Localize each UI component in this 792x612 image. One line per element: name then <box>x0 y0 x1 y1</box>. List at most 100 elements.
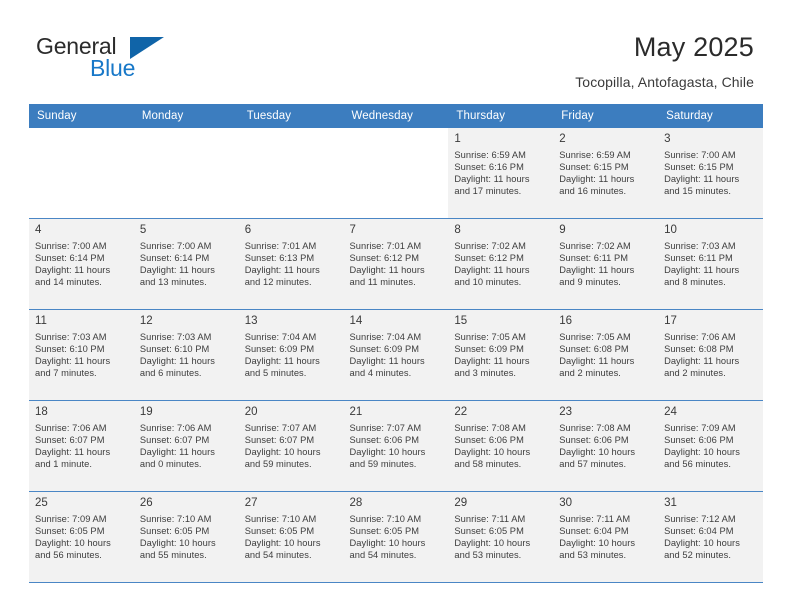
daylight-line-1: Daylight: 10 hours <box>139 538 216 549</box>
day-cell[interactable]: 5 Sunrise: 7:00 AM Sunset: 6:14 PM Daylight… <box>133 218 239 310</box>
sunset-line: Sunset: 6:14 PM <box>35 253 105 264</box>
daylight-line-1: Daylight: 11 hours <box>454 265 530 276</box>
day-cell[interactable]: 26 Sunrise: 7:10 AM Sunset: 6:05 PM Dayligh… <box>133 491 239 583</box>
day-cell[interactable]: 1 Sunrise: 6:59 AM Sunset: 6:16 PM Daylight… <box>448 128 554 219</box>
sunset-line: Sunset: 6:07 PM <box>244 435 315 446</box>
sunset-line: Sunset: 6:09 PM <box>244 344 315 355</box>
sunset-line: Sunset: 6:06 PM <box>559 435 629 446</box>
day-details: Sunrise: 7:06 AM Sunset: 6:07 PM Daylight:… <box>140 422 234 470</box>
day-details: Sunrise: 6:59 AM Sunset: 6:15 PM Daylight:… <box>559 149 653 197</box>
day-cell[interactable]: 16 Sunrise: 7:05 AM Sunset: 6:08 PM Dayligh… <box>553 309 659 401</box>
day-cell[interactable] <box>29 128 134 219</box>
day-cell[interactable]: 30 Sunrise: 7:11 AM Sunset: 6:04 PM Dayligh… <box>553 491 659 583</box>
day-cell[interactable]: 18 Sunrise: 7:06 AM Sunset: 6:07 PM Dayligh… <box>29 400 134 492</box>
sunset-line: Sunset: 6:11 PM <box>664 253 733 264</box>
day-number: 16 <box>559 315 573 327</box>
day-cell[interactable]: 31 Sunrise: 7:12 AM Sunset: 6:04 PM Dayligh… <box>658 491 763 583</box>
daylight-line-1: Daylight: 11 hours <box>559 174 635 185</box>
day-cell[interactable]: 2 Sunrise: 6:59 AM Sunset: 6:15 PM Daylight… <box>553 128 659 219</box>
day-cell[interactable]: 15 Sunrise: 7:05 AM Sunset: 6:09 PM Dayligh… <box>448 309 554 401</box>
sunrise-line: Sunrise: 7:01 AM <box>349 241 422 251</box>
sunset-line: Sunset: 6:04 PM <box>559 526 629 537</box>
sunset-line: Sunset: 6:07 PM <box>139 435 210 446</box>
sunset-line: Sunset: 6:05 PM <box>454 526 524 537</box>
day-cell[interactable] <box>133 128 239 219</box>
sunrise-line: Sunrise: 7:00 AM <box>664 150 736 160</box>
day-cell[interactable]: 3 Sunrise: 7:00 AM Sunset: 6:15 PM Daylight… <box>658 128 763 219</box>
day-details: Sunrise: 7:00 AM Sunset: 6:14 PM Daylight:… <box>35 240 129 288</box>
sunset-line: Sunset: 6:06 PM <box>349 435 420 446</box>
daylight-line-2: and 52 minutes. <box>664 550 731 561</box>
daylight-line-2: and 59 minutes. <box>244 459 312 470</box>
daylight-line-1: Daylight: 10 hours <box>244 447 321 458</box>
day-cell[interactable]: 19 Sunrise: 7:06 AM Sunset: 6:07 PM Dayligh… <box>133 400 239 492</box>
daylight-line-2: and 59 minutes. <box>349 459 417 470</box>
day-cell[interactable]: 17 Sunrise: 7:06 AM Sunset: 6:08 PM Dayligh… <box>658 309 763 401</box>
day-cell[interactable] <box>343 128 449 219</box>
day-cell[interactable]: 29 Sunrise: 7:11 AM Sunset: 6:05 PM Dayligh… <box>448 491 554 583</box>
calendar-body: 1 Sunrise: 6:59 AM Sunset: 6:16 PM Daylight… <box>29 128 763 583</box>
day-cell[interactable]: 21 Sunrise: 7:07 AM Sunset: 6:06 PM Dayligh… <box>343 400 449 492</box>
sunset-line: Sunset: 6:09 PM <box>454 344 524 355</box>
day-details: Sunrise: 7:10 AM Sunset: 6:05 PM Daylight:… <box>245 513 339 561</box>
sunset-line: Sunset: 6:13 PM <box>244 253 315 264</box>
day-number: 18 <box>35 406 48 418</box>
day-cell[interactable] <box>238 128 344 219</box>
day-cell[interactable]: 7 Sunrise: 7:01 AM Sunset: 6:12 PM Daylight… <box>343 218 449 310</box>
title-block: May 2025 Tocopilla, Antofagasta, Chile <box>575 30 754 92</box>
daylight-line-2: and 10 minutes. <box>454 277 522 288</box>
day-number: 20 <box>244 406 258 418</box>
weekday-header-tuesday: Tuesday <box>238 104 344 128</box>
sunset-line: Sunset: 6:05 PM <box>349 526 420 537</box>
brand-logo[interactable]: General Blue <box>36 33 236 83</box>
day-cell[interactable]: 22 Sunrise: 7:08 AM Sunset: 6:06 PM Dayligh… <box>448 400 554 492</box>
daylight-line-2: and 55 minutes. <box>139 550 207 561</box>
day-cell[interactable]: 24 Sunrise: 7:09 AM Sunset: 6:06 PM Dayligh… <box>658 400 763 492</box>
day-details: Sunrise: 7:07 AM Sunset: 6:07 PM Daylight:… <box>245 422 339 470</box>
sunrise-line: Sunrise: 7:03 AM <box>139 332 212 342</box>
sunset-line: Sunset: 6:05 PM <box>35 526 105 537</box>
daylight-line-1: Daylight: 10 hours <box>664 447 740 458</box>
daylight-line-2: and 56 minutes. <box>35 550 102 561</box>
day-details: Sunrise: 7:03 AM Sunset: 6:11 PM Daylight:… <box>664 240 758 288</box>
daylight-line-2: and 13 minutes. <box>139 277 207 288</box>
day-details: Sunrise: 7:06 AM Sunset: 6:08 PM Daylight:… <box>664 331 758 379</box>
day-details: Sunrise: 7:10 AM Sunset: 6:05 PM Daylight:… <box>350 513 444 561</box>
day-details: Sunrise: 7:02 AM Sunset: 6:12 PM Daylight:… <box>454 240 548 288</box>
day-number: 5 <box>139 224 147 236</box>
day-cell[interactable]: 20 Sunrise: 7:07 AM Sunset: 6:07 PM Dayligh… <box>238 400 344 492</box>
calendar-week-row: 4 Sunrise: 7:00 AM Sunset: 6:14 PM Daylight… <box>29 218 763 310</box>
day-cell[interactable]: 4 Sunrise: 7:00 AM Sunset: 6:14 PM Daylight… <box>29 218 134 310</box>
day-cell[interactable]: 8 Sunrise: 7:02 AM Sunset: 6:12 PM Daylight… <box>448 218 554 310</box>
weekday-header-monday: Monday <box>133 104 239 128</box>
day-details: Sunrise: 7:00 AM Sunset: 6:15 PM Daylight:… <box>664 149 758 197</box>
day-details: Sunrise: 7:10 AM Sunset: 6:05 PM Daylight:… <box>140 513 234 561</box>
day-cell[interactable]: 10 Sunrise: 7:03 AM Sunset: 6:11 PM Dayligh… <box>658 218 763 310</box>
weekday-header-saturday: Saturday <box>658 104 763 128</box>
day-number: 14 <box>349 315 363 327</box>
day-cell[interactable]: 25 Sunrise: 7:09 AM Sunset: 6:05 PM Dayligh… <box>29 491 134 583</box>
sunrise-line: Sunrise: 7:05 AM <box>454 332 526 342</box>
day-cell[interactable]: 14 Sunrise: 7:04 AM Sunset: 6:09 PM Dayligh… <box>343 309 449 401</box>
sunset-line: Sunset: 6:08 PM <box>559 344 629 355</box>
day-cell[interactable]: 23 Sunrise: 7:08 AM Sunset: 6:06 PM Dayligh… <box>553 400 659 492</box>
sunrise-line: Sunrise: 7:08 AM <box>559 423 631 433</box>
sunset-line: Sunset: 6:08 PM <box>664 344 734 355</box>
daylight-line-1: Daylight: 11 hours <box>139 265 215 276</box>
sunrise-line: Sunrise: 7:06 AM <box>35 423 107 433</box>
day-details: Sunrise: 7:09 AM Sunset: 6:06 PM Daylight:… <box>664 422 758 470</box>
day-number: 12 <box>139 315 153 327</box>
day-cell[interactable]: 11 Sunrise: 7:03 AM Sunset: 6:10 PM Dayligh… <box>29 309 134 401</box>
day-cell[interactable]: 27 Sunrise: 7:10 AM Sunset: 6:05 PM Dayligh… <box>238 491 344 583</box>
daylight-line-2: and 7 minutes. <box>35 368 97 379</box>
daylight-line-1: Daylight: 10 hours <box>664 538 740 549</box>
day-number: 3 <box>664 133 671 145</box>
sunset-line: Sunset: 6:10 PM <box>139 344 210 355</box>
day-cell[interactable]: 13 Sunrise: 7:04 AM Sunset: 6:09 PM Dayligh… <box>238 309 344 401</box>
sunset-line: Sunset: 6:10 PM <box>35 344 105 355</box>
day-cell[interactable]: 12 Sunrise: 7:03 AM Sunset: 6:10 PM Dayligh… <box>133 309 239 401</box>
day-cell[interactable]: 28 Sunrise: 7:10 AM Sunset: 6:05 PM Dayligh… <box>343 491 449 583</box>
sunrise-line: Sunrise: 7:02 AM <box>454 241 526 251</box>
day-cell[interactable]: 6 Sunrise: 7:01 AM Sunset: 6:13 PM Daylight… <box>238 218 344 310</box>
day-cell[interactable]: 9 Sunrise: 7:02 AM Sunset: 6:11 PM Daylight… <box>553 218 659 310</box>
